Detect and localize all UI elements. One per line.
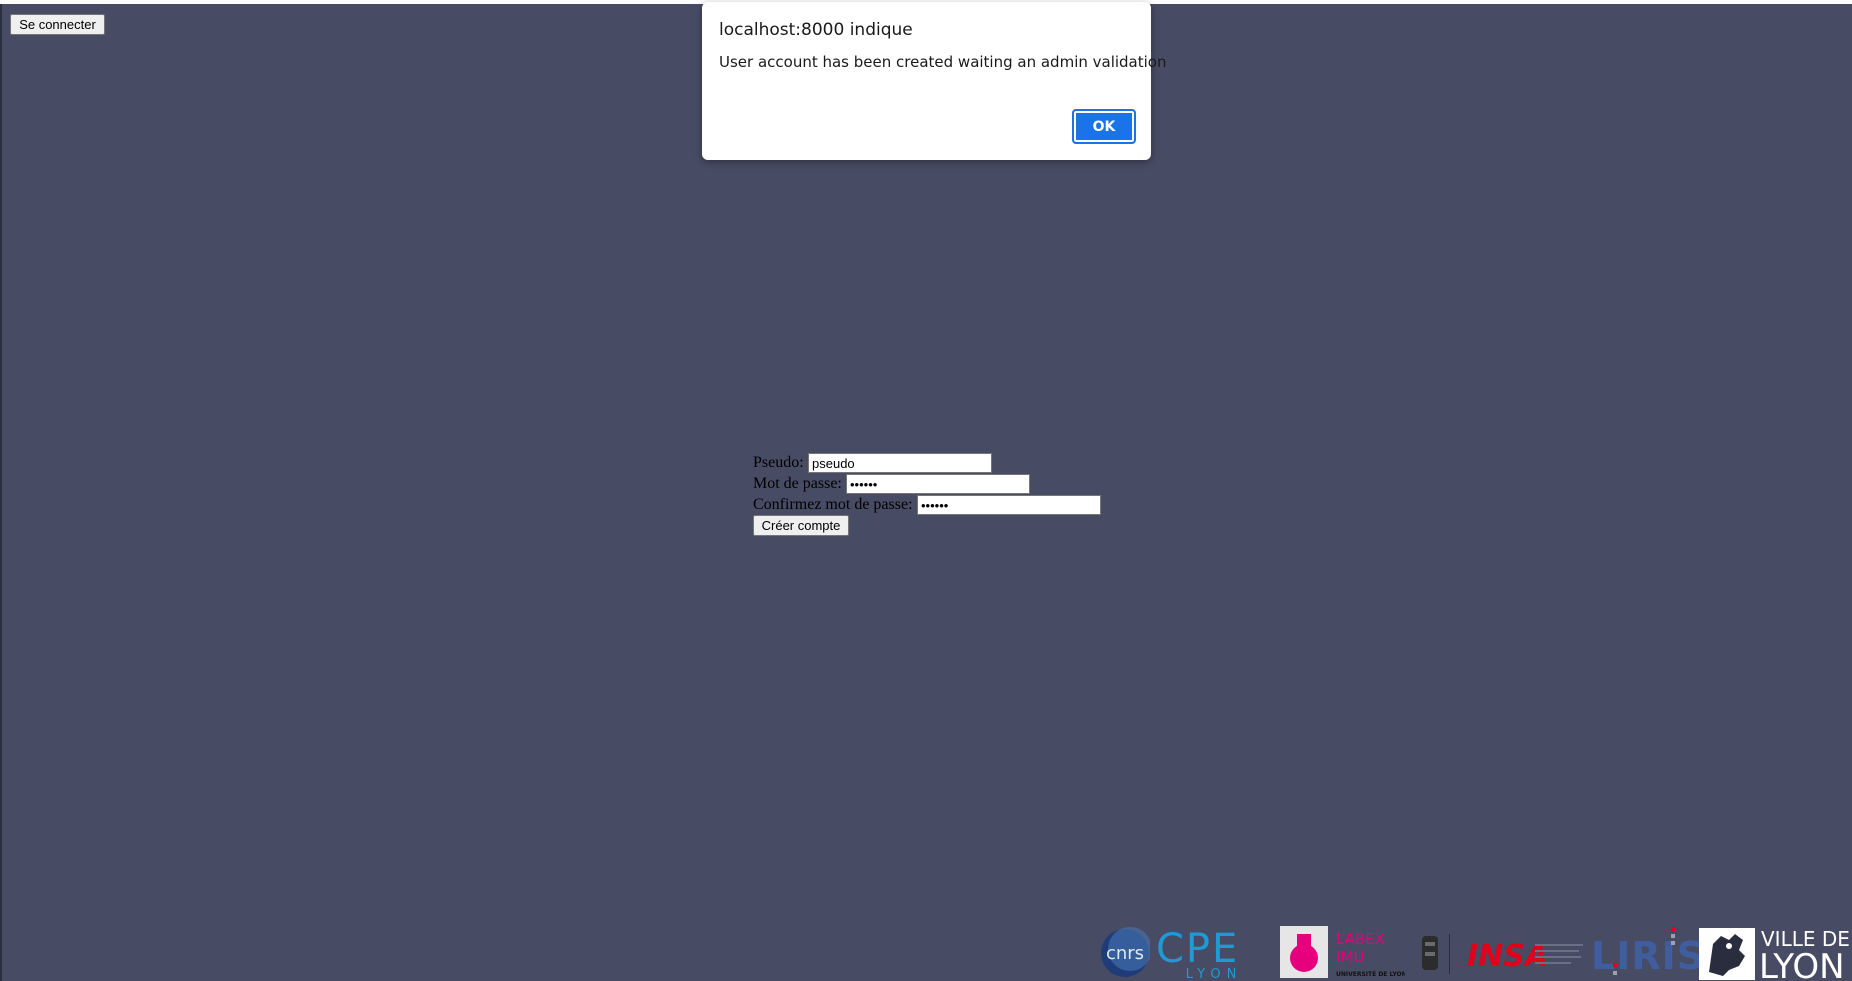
alert-dialog: localhost:8000 indique User account has … <box>702 2 1166 160</box>
dialog-ok-button[interactable]: OK <box>1072 109 1136 144</box>
cnrs-logo: cnrs <box>1101 927 1150 977</box>
labex-logo-caption: UNIVERSITÉ DE LYON <box>1336 970 1405 978</box>
password-input[interactable] <box>846 474 1030 494</box>
cnrs-logo-text: cnrs <box>1106 943 1144 964</box>
cpe-logo-text: CPE <box>1156 926 1239 972</box>
ville-de-lyon-logo: VILLE DE LYON <box>1699 927 1850 981</box>
confirm-password-label: Confirmez mot de passe: <box>753 496 913 513</box>
cpe-logo-subtext: LYON <box>1186 967 1243 980</box>
dialog-title: localhost:8000 indique <box>719 20 913 40</box>
liris-logo: LIRIS <box>1591 927 1699 978</box>
create-account-button[interactable]: Créer compte <box>753 515 849 536</box>
password-label: Mot de passe: <box>753 475 842 492</box>
crest-logo <box>1422 936 1438 970</box>
left-edge <box>0 4 2 981</box>
labex-logo-subtext: IMU <box>1336 948 1364 966</box>
password-row: Mot de passe: <box>753 473 1030 494</box>
confirm-password-row: Confirmez mot de passe: <box>753 494 1101 515</box>
pseudo-row: Pseudo: <box>753 452 992 473</box>
insa-logo: INSA <box>1467 939 1583 974</box>
login-button[interactable]: Se connecter <box>10 14 105 35</box>
confirm-password-input[interactable] <box>917 495 1101 515</box>
cpe-lyon-logo: CPE LYON <box>1156 926 1243 980</box>
dialog-message: User account has been created waiting an… <box>719 53 1167 71</box>
pseudo-label: Pseudo: <box>753 454 804 471</box>
pseudo-input[interactable] <box>808 453 992 473</box>
ville-logo-subtext: LYON <box>1759 947 1845 981</box>
logo-divider <box>1449 934 1450 974</box>
partner-logos: cnrs CPE LYON LABEX IMU UNIVERSITÉ DE LY… <box>1097 922 1852 981</box>
labex-logo-text: LABEX <box>1336 930 1385 948</box>
labex-imu-logo: LABEX IMU UNIVERSITÉ DE LYON <box>1280 926 1405 978</box>
liris-logo-text: LIRIS <box>1591 934 1699 978</box>
